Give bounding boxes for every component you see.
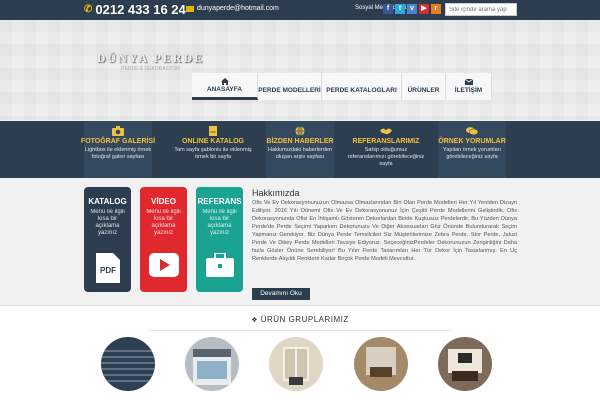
nav-item-products[interactable]: ÜRÜNLER <box>402 73 446 100</box>
play-icon <box>148 253 179 277</box>
card-title: VİDEO <box>151 197 176 206</box>
card-title: KATALOG <box>88 197 127 206</box>
card-reference[interactable]: REFERANS Menü ile ilgili kısa bir açıkla… <box>196 187 243 292</box>
envelope-icon <box>186 5 194 12</box>
feature-title: FOTOĞRAF GALERİSİ <box>80 138 156 145</box>
feature-desc: Tam sayfa şablonlu ile eklenmiş örnek bi… <box>174 147 252 160</box>
facebook-icon[interactable]: f <box>383 4 393 14</box>
nav-item-home[interactable]: ANASAYFA <box>192 73 258 100</box>
card-video[interactable]: VİDEO Menü ile ilgili kısa bir açıklama … <box>140 187 187 292</box>
nav-label-curtain-catalogs: PERDE KATALOGLARI <box>326 87 397 94</box>
card-desc: Menü ile ilgili kısa bir açıklama yazını… <box>90 209 125 236</box>
read-more-button[interactable]: Devamını Oku <box>252 288 310 300</box>
vimeo-icon[interactable]: v <box>407 4 417 14</box>
feature-desc: Hakkımızdaki haberlerden oluşan arşiv sa… <box>268 147 332 160</box>
phone-icon: ✆ <box>84 4 93 15</box>
nav-label-products: ÜRÜNLER <box>407 87 440 94</box>
phone-text: 0212 433 16 24 <box>95 2 186 17</box>
nav-label-home: ANASAYFA <box>206 85 243 93</box>
globe-icon <box>295 126 305 136</box>
product-thumbnail[interactable] <box>354 337 408 391</box>
nav-item-curtain-catalogs[interactable]: PERDE KATALOGLARI <box>322 73 402 100</box>
about-text: Ofis Ve Ev Dekorasyonunuzun Olmazsa Olma… <box>252 200 517 262</box>
feature-title: ONLINE KATALOG <box>182 138 244 145</box>
pdf-icon: PDF <box>209 126 217 136</box>
youtube-icon[interactable]: ▶ <box>419 4 429 14</box>
phone-number[interactable]: ✆ 0212 433 16 24 <box>84 2 186 17</box>
svg-text:PDF: PDF <box>210 130 216 134</box>
logo[interactable]: DÜNYA PERDE PERDE & DEKORASYON <box>88 51 213 72</box>
feature-strip: FOTOĞRAF GALERİSİ Lightbox ile eklenmiş … <box>0 121 600 178</box>
feature-title: BİZDEN HABERLER <box>266 138 334 145</box>
nav-label-contact: İLETİŞİM <box>454 87 483 94</box>
feature-desc: Sahip olduğumuz referanslarımızı görebil… <box>347 147 425 167</box>
rss-icon[interactable]: r <box>431 4 441 14</box>
card-desc: Menü ile ilgili kısa bir açıklama yazını… <box>146 209 181 236</box>
feature-online-catalog[interactable]: PDF ONLINE KATALOG Tam sayfa şablonlu il… <box>174 121 252 178</box>
feature-title: ÖRNEK YORUMLAR <box>438 138 506 145</box>
logo-subtitle: PERDE & DEKORASYON <box>121 66 180 72</box>
product-thumbnail[interactable] <box>438 337 492 391</box>
product-groups-title: ❖ ÜRÜN GRUPLARIMIZ <box>0 315 600 324</box>
feature-news[interactable]: BİZDEN HABERLER Hakkımızdaki haberlerden… <box>266 121 334 178</box>
logo-title: DÜNYA PERDE <box>96 51 205 65</box>
about-title: Hakkımızda <box>252 188 300 198</box>
social-icons: f t v ▶ r <box>383 4 441 14</box>
briefcase-icon <box>205 253 234 277</box>
product-thumbnail[interactable] <box>101 337 155 391</box>
divider <box>148 330 452 331</box>
svg-text:PDF: PDF <box>100 266 116 275</box>
card-desc: Menü ile ilgili kısa bir açıklama yazını… <box>202 209 237 236</box>
nav-item-contact[interactable]: İLETİŞİM <box>446 73 492 100</box>
nav-item-curtain-models[interactable]: PERDE MODELLERİ <box>258 73 322 100</box>
camera-icon <box>112 126 124 136</box>
home-icon <box>220 77 229 86</box>
top-bar: ✆ 0212 433 16 24 dunyaperde@hotmail.com … <box>0 0 600 20</box>
feature-desc: Lightbox ile eklenmiş örnek fotoğraf gal… <box>84 147 152 160</box>
feature-photo-gallery[interactable]: FOTOĞRAF GALERİSİ Lightbox ile eklenmiş … <box>80 121 156 178</box>
handshake-icon <box>380 128 392 135</box>
comments-icon <box>466 127 478 136</box>
nav-label-curtain-models: PERDE MODELLERİ <box>258 87 321 94</box>
mail-icon <box>464 78 473 87</box>
search-input[interactable] <box>445 3 517 16</box>
feature-references[interactable]: REFERANSLARIMIZ Sahip olduğumuz referans… <box>348 121 424 178</box>
email-text: dunyaperde@hotmail.com <box>197 5 279 12</box>
twitter-icon[interactable]: t <box>395 4 405 14</box>
feature-title: REFERANSLARIMIZ <box>352 138 420 145</box>
feature-desc: Yapılan örnek yorumları görebileceğiniz … <box>443 147 501 160</box>
main-nav: ANASAYFA PERDE MODELLERİ PERDE KATALOGLA… <box>192 73 492 100</box>
product-groups-label: ÜRÜN GRUPLARIMIZ <box>260 315 349 324</box>
pdf-icon: PDF <box>95 253 120 283</box>
card-catalog[interactable]: KATALOG Menü ile ilgili kısa bir açıklam… <box>84 187 131 292</box>
feature-comments[interactable]: ÖRNEK YORUMLAR Yapılan örnek yorumları g… <box>438 121 506 178</box>
email-address[interactable]: dunyaperde@hotmail.com <box>186 5 279 12</box>
product-groups-section: ❖ ÜRÜN GRUPLARIMIZ <box>0 305 600 400</box>
product-thumbnail[interactable] <box>269 337 323 391</box>
cubes-icon: ❖ <box>251 317 259 324</box>
product-thumbnail[interactable] <box>185 337 239 391</box>
card-title: REFERANS <box>197 197 242 206</box>
header: DÜNYA PERDE PERDE & DEKORASYON ANASAYFA … <box>0 20 600 120</box>
